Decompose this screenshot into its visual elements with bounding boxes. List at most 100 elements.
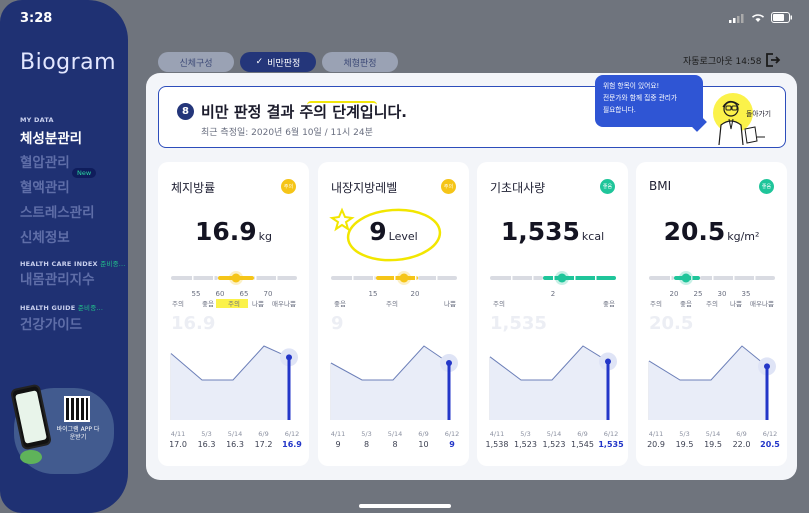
main-panel: 8 비만 판정 결과 주의 단계입니다. 최근 측정일: 2020년 6월 10…	[146, 73, 797, 480]
chart-area	[331, 346, 449, 420]
measure-date: 최근 측정일: 2020년 6월 10일 / 11시 24분	[201, 128, 373, 138]
app-download-promo[interactable]: 바이그램 APP 다운받기	[8, 380, 116, 476]
history-value: 20.9	[647, 440, 665, 449]
scale-range-label: 주의	[650, 299, 662, 308]
scale-range-label: 좋음	[603, 300, 615, 308]
sidebar-item-body-composition[interactable]: 체성분관리	[20, 127, 82, 147]
scale-divider	[192, 275, 194, 281]
sidebar-item-body-index[interactable]: 내몸관리지수	[20, 268, 95, 288]
scale-segment	[171, 276, 218, 280]
metric-card-bmr[interactable]: 기초대사량 좋음 1,535 kcal 1,535 2 주의 좋음 4/11 5/3 5/1…	[477, 162, 628, 466]
check-icon: ✓	[255, 57, 264, 67]
auto-logout-timer: 자동로그아웃 14:58	[683, 57, 762, 67]
scale-divider	[255, 275, 257, 281]
scale-marker	[557, 273, 567, 283]
scale-tick-label: 15	[369, 290, 378, 298]
scale-range-label: 매우나쁨	[272, 299, 296, 308]
status-icons	[729, 12, 793, 23]
scale-segment	[700, 276, 775, 280]
scale-range-label: 나쁨	[444, 299, 456, 308]
scale-tick-label: 20	[411, 290, 420, 298]
metric-card-visceral-fat[interactable]: 내장지방레벨 주의 9 Level 9 15 20 좋음 주의 나쁨 4/11 5/3 5/14…	[318, 162, 469, 466]
history-value: 17.2	[255, 440, 273, 449]
history-date: 5/3	[201, 430, 211, 438]
scale-segment	[254, 276, 297, 280]
annotation-star	[329, 207, 355, 232]
sidebar-item-stress[interactable]: 스트레스관리	[20, 201, 95, 221]
scale-marker	[399, 273, 409, 283]
scale-range-label: 주의	[172, 299, 184, 308]
history-date: 4/11	[171, 430, 186, 438]
tablet-screen: 3:28 Biogram MY DATA 체성분관리 혈압관리 혈액관리 New…	[0, 0, 809, 513]
battery-icon	[771, 12, 792, 23]
scale-divider	[373, 275, 375, 281]
scale-range-label: 주의	[706, 299, 718, 308]
sidebar-item-body-info[interactable]: 신체정보	[20, 226, 70, 246]
history-date: 4/11	[649, 430, 664, 438]
history-value: 19.5	[676, 440, 694, 449]
history-value: 16.3	[226, 440, 244, 449]
scale-tick-label: 60	[216, 290, 225, 298]
history-date: 5/14	[547, 430, 562, 438]
warning-bubble: 위험 항목이 있어요! 전문가와 함께 집중 관리가 필요합니다.	[595, 75, 703, 127]
scale-tick-label: 70	[264, 290, 273, 298]
history-date: 6/9	[418, 430, 428, 438]
doctor-illustration-icon	[718, 100, 765, 146]
history-value: 9	[449, 440, 455, 449]
metric-card-body-fat[interactable]: 체지방률 주의 16.9 kg 16.9 55 60 65 70 주의 좋음 주의 나쁨 매우나쁨…	[158, 162, 309, 466]
sidebar-item-blood-pressure[interactable]: 혈압관리	[20, 151, 70, 171]
chart-point	[286, 354, 292, 361]
scale-range-label: 좋음	[680, 300, 692, 308]
chart-point	[605, 358, 611, 365]
card-graphics: 2 주의 좋음 4/11 5/3 5/14 6/9 6/12 1,538 1,523 1,523 1,…	[486, 271, 624, 449]
scale-divider	[553, 275, 555, 281]
history-value: 1,523	[543, 440, 566, 449]
wifi-icon	[751, 13, 765, 22]
history-value: 17.0	[169, 440, 187, 449]
new-badge: New	[72, 168, 97, 178]
history-value: 9	[335, 440, 340, 449]
scale-range-label: 매우나쁨	[750, 299, 774, 308]
scale-tick-label: 55	[192, 290, 201, 298]
logout-icon[interactable]	[765, 52, 781, 68]
history-date: 6/12	[604, 430, 619, 438]
status-time: 3:28	[20, 11, 53, 26]
scale-range-label: 주의	[386, 299, 398, 308]
history-value: 8	[364, 440, 369, 449]
sidebar-item-blood[interactable]: 혈액관리	[20, 176, 70, 196]
scale-divider	[532, 275, 534, 281]
signal-icon	[729, 13, 744, 23]
scale-divider	[712, 275, 714, 281]
history-date: 5/14	[706, 430, 721, 438]
history-date: 4/11	[331, 430, 346, 438]
scale-tick-label: 35	[742, 290, 751, 298]
app-logo[interactable]: Biogram	[20, 50, 116, 75]
scale-range-label: 나쁨	[730, 299, 742, 308]
history-date: 6/9	[736, 430, 746, 438]
tab-obesity[interactable]: ✓ 비만판정	[240, 52, 316, 72]
promo-text: 바이그램 APP 다운받기	[56, 426, 100, 441]
chart-point	[446, 360, 452, 366]
history-value: 22.0	[733, 440, 751, 449]
step-badge: 8	[177, 103, 194, 120]
scale-tick-label: 65	[240, 290, 249, 298]
history-value: 16.3	[198, 440, 216, 449]
home-indicator[interactable]	[359, 504, 451, 508]
annotation-circle	[346, 208, 442, 262]
scale-divider	[213, 275, 215, 281]
history-date: 6/9	[577, 430, 587, 438]
tab-body-composition[interactable]: 신체구성	[158, 52, 234, 72]
history-date: 6/12	[763, 430, 778, 438]
go-back-button[interactable]: 돌아가기	[709, 87, 785, 147]
scale-range-label: 나쁨	[252, 299, 264, 308]
tab-bar: 신체구성 ✓ 비만판정 체형판정	[158, 52, 398, 72]
tab-body-shape[interactable]: 체형판정	[322, 52, 398, 72]
metric-card-bmi[interactable]: BMI 좋음 20.5 kg/m² 20.5 20 25 30 35 주의 좋음 주의 나쁨 매우…	[636, 162, 787, 466]
scale-tick-label: 25	[694, 290, 703, 298]
sidebar-item-health-guide[interactable]: 건강가이드	[20, 313, 82, 333]
history-date: 4/11	[490, 430, 505, 438]
history-date: 6/12	[445, 430, 460, 438]
scale-divider	[754, 275, 756, 281]
history-date: 5/3	[520, 430, 530, 438]
scale-divider	[394, 275, 396, 281]
